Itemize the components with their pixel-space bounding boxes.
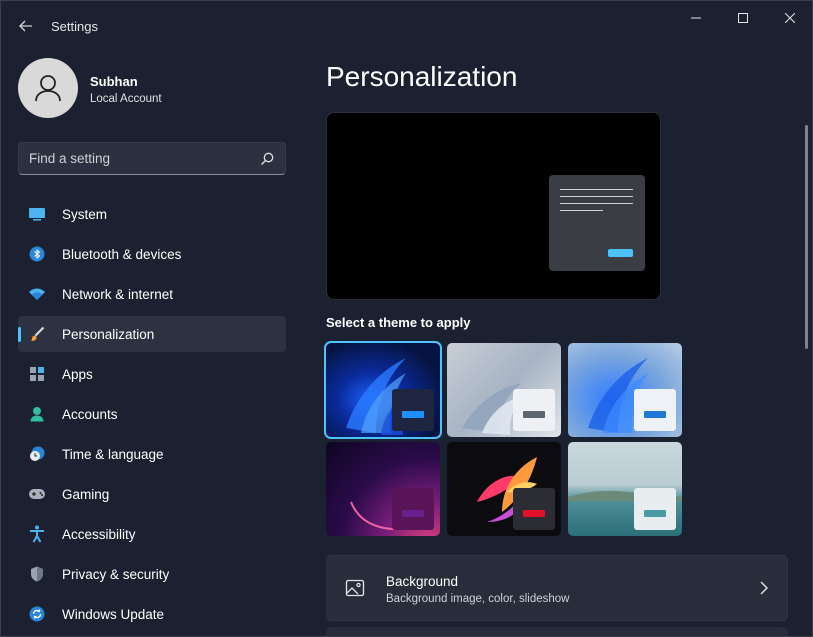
image-icon	[345, 579, 365, 597]
sidebar-item-label: Privacy & security	[62, 567, 170, 582]
windows-update-icon	[28, 606, 46, 622]
search-box	[18, 142, 286, 175]
sidebar-item-apps[interactable]: Apps	[18, 356, 286, 392]
theme-tile-windows-dark[interactable]	[324, 341, 442, 439]
theme-chip	[513, 389, 555, 431]
accounts-icon	[28, 406, 46, 422]
theme-tile-flow[interactable]	[447, 442, 561, 536]
theme-chip	[392, 488, 434, 530]
title-bar: Settings	[1, 1, 812, 51]
apps-icon	[28, 366, 46, 382]
brush-icon	[28, 326, 46, 342]
sidebar-nav: System Bluetooth & devices Network & int…	[18, 196, 286, 636]
search-icon[interactable]	[259, 151, 275, 167]
next-setting-card[interactable]	[326, 627, 788, 636]
sidebar-item-label: Time & language	[62, 447, 164, 462]
close-icon	[785, 13, 795, 23]
sidebar-item-label: Gaming	[62, 487, 110, 502]
wifi-icon	[28, 286, 46, 302]
sidebar-item-label: Apps	[62, 367, 93, 382]
sidebar-item-network[interactable]: Network & internet	[18, 276, 286, 312]
settings-window: Settings Subhan Local Account Find a set…	[0, 0, 813, 637]
sidebar-item-label: Accessibility	[62, 527, 136, 542]
sidebar-item-personalization[interactable]: Personalization	[18, 316, 286, 352]
theme-chip	[513, 488, 555, 530]
themes-section-label: Select a theme to apply	[326, 315, 471, 330]
theme-tile-captured-motion[interactable]	[326, 442, 440, 536]
theme-preview	[326, 112, 661, 300]
bluetooth-icon	[28, 246, 46, 262]
sidebar-item-label: System	[62, 207, 108, 222]
theme-chip-accent	[523, 411, 545, 418]
maximize-button[interactable]	[720, 1, 766, 35]
minimize-button[interactable]	[673, 1, 719, 35]
preview-dialog	[549, 175, 645, 271]
preview-accent-button	[608, 249, 633, 257]
sidebar-item-bluetooth[interactable]: Bluetooth & devices	[18, 236, 286, 272]
maximize-icon	[738, 13, 748, 23]
gamepad-icon	[28, 486, 46, 502]
system-icon	[28, 206, 46, 222]
theme-chip-accent	[523, 510, 545, 517]
background-subtitle: Background image, color, slideshow	[386, 593, 570, 605]
account-type: Local Account	[90, 93, 162, 105]
sidebar-item-accounts[interactable]: Accounts	[18, 396, 286, 432]
page-title: Personalization	[326, 61, 518, 92]
background-setting-card[interactable]: Background Background image, color, slid…	[326, 555, 788, 621]
sidebar-item-label: Accounts	[62, 407, 118, 422]
theme-gallery	[324, 341, 682, 536]
back-button[interactable]	[13, 13, 39, 39]
sidebar-item-label: Windows Update	[62, 607, 165, 622]
sidebar-item-gaming[interactable]: Gaming	[18, 476, 286, 512]
sidebar-item-label: Bluetooth & devices	[62, 247, 182, 262]
sidebar-item-label: Network & internet	[62, 287, 174, 302]
sidebar-item-time-language[interactable]: Time & language	[18, 436, 286, 472]
theme-tile-windows-glow[interactable]	[447, 343, 561, 437]
sidebar-item-accessibility[interactable]: Accessibility	[18, 516, 286, 552]
shield-icon	[28, 566, 46, 582]
arrow-left-icon	[19, 20, 32, 32]
preview-line	[560, 196, 633, 197]
theme-chip-accent	[402, 411, 424, 418]
clock-globe-icon	[28, 446, 46, 462]
app-title: Settings	[51, 19, 98, 34]
background-title: Background	[386, 574, 459, 589]
sidebar-item-label: Personalization	[62, 327, 155, 342]
preview-line	[560, 210, 603, 211]
accessibility-icon	[28, 525, 46, 543]
user-name: Subhan	[90, 74, 138, 89]
theme-tile-windows-light[interactable]	[568, 343, 682, 437]
scrollbar-thumb[interactable]	[805, 125, 808, 349]
theme-chip-accent	[644, 411, 666, 418]
preview-line	[560, 189, 633, 190]
avatar	[18, 58, 78, 118]
theme-chip	[634, 488, 676, 530]
minimize-icon	[691, 17, 701, 19]
chevron-right-icon	[760, 581, 768, 595]
theme-tile-sunrise[interactable]	[568, 442, 682, 536]
preview-line	[560, 203, 633, 204]
theme-chip-accent	[644, 510, 666, 517]
theme-chip	[634, 389, 676, 431]
sidebar-item-system[interactable]: System	[18, 196, 286, 232]
user-icon	[35, 75, 61, 102]
theme-chip	[392, 389, 434, 431]
theme-chip-accent	[402, 510, 424, 517]
sidebar-item-windows-update[interactable]: Windows Update	[18, 596, 286, 632]
sidebar-item-privacy-security[interactable]: Privacy & security	[18, 556, 286, 592]
search-input[interactable]	[29, 143, 249, 174]
close-button[interactable]	[767, 1, 812, 35]
